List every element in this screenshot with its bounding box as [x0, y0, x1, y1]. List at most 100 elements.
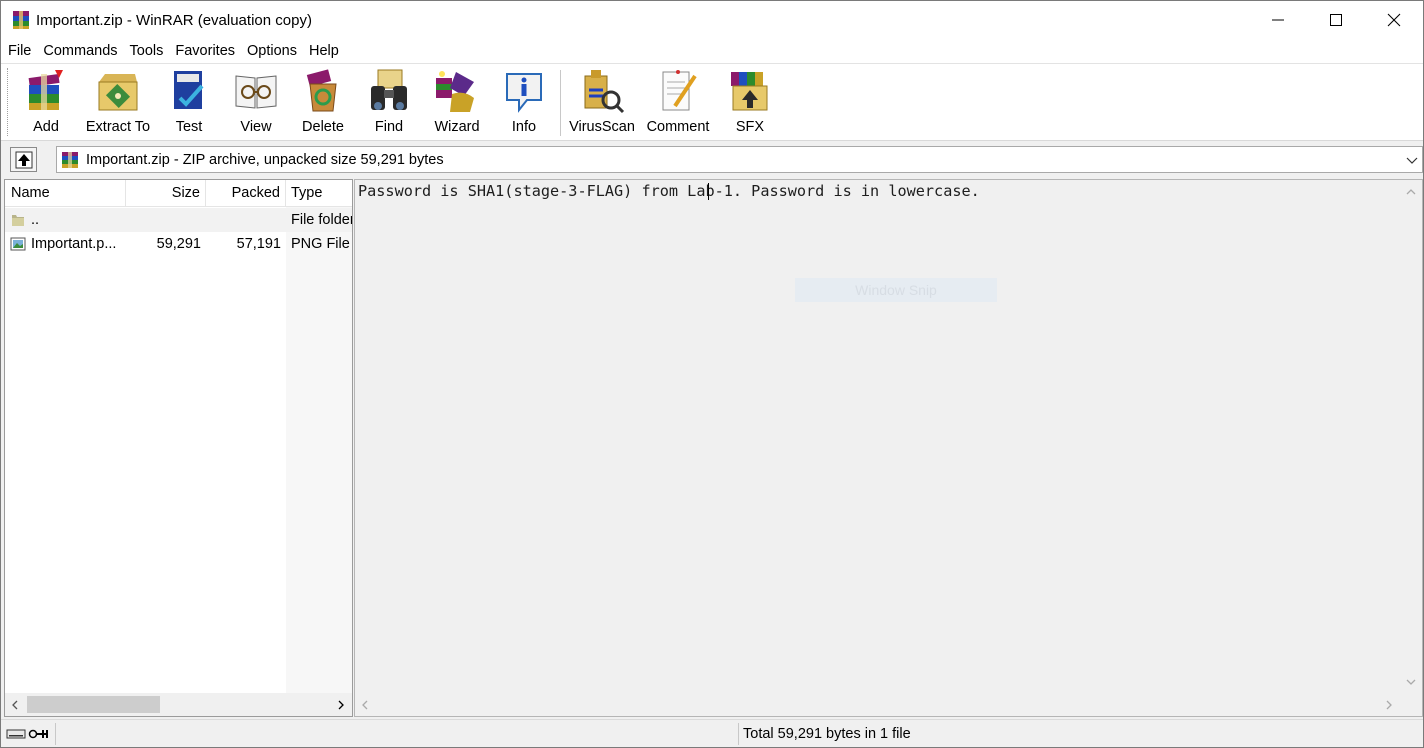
- test-button[interactable]: Test: [159, 68, 219, 138]
- comment-button[interactable]: Comment: [643, 68, 713, 138]
- scroll-left-arrow[interactable]: [5, 693, 25, 716]
- winrar-app-icon: [13, 11, 29, 29]
- folder-up-icon: [12, 215, 24, 226]
- virusscan-icon: [584, 70, 625, 114]
- wizard-icon: [436, 71, 474, 112]
- menu-commands[interactable]: Commands: [36, 43, 122, 59]
- chevron-up-icon: [1406, 189, 1416, 195]
- virusscan-button[interactable]: VirusScan: [569, 68, 635, 138]
- column-type-header[interactable]: Type: [286, 180, 352, 207]
- preview-vertical-scrollbar[interactable]: [1400, 180, 1422, 693]
- chevron-down-icon[interactable]: [1404, 152, 1420, 168]
- drive-key-icon[interactable]: [6, 727, 52, 741]
- info-label: Info: [511, 119, 537, 135]
- text-caret: [708, 183, 709, 200]
- test-icon: [174, 71, 204, 109]
- preview-horizontal-scrollbar[interactable]: [355, 693, 1400, 716]
- archive-path-text: Important.zip - ZIP archive, unpacked si…: [86, 151, 444, 168]
- up-arrow-icon: [15, 151, 32, 168]
- toolbar-separator: [560, 70, 561, 136]
- winrar-window: Important.zip - WinRAR (evaluation copy)…: [0, 0, 1424, 748]
- add-archive-icon: [28, 70, 63, 110]
- wizard-button[interactable]: Wizard: [427, 68, 487, 138]
- view-label: View: [240, 119, 272, 135]
- toolbar-grip[interactable]: [7, 68, 9, 136]
- view-button[interactable]: View: [227, 68, 285, 138]
- file-size: [126, 208, 201, 232]
- chevron-right-icon: [1386, 700, 1392, 709]
- column-name-header[interactable]: Name: [5, 180, 126, 207]
- view-icon: [235, 75, 277, 109]
- info-icon: [506, 73, 542, 113]
- find-label: Find: [374, 119, 404, 135]
- file-list-header: Name Size Packed Type: [5, 180, 352, 207]
- column-size-header[interactable]: Size: [126, 180, 206, 207]
- preview-text[interactable]: Password is SHA1(stage-3-FLAG) from Lab-…: [358, 182, 980, 200]
- file-preview-pane[interactable]: Password is SHA1(stage-3-FLAG) from Lab-…: [354, 179, 1423, 717]
- scroll-thumb[interactable]: [27, 696, 160, 713]
- png-image-file-icon: [10, 237, 26, 251]
- file-list-horizontal-scrollbar[interactable]: [5, 693, 352, 716]
- window-snip-overlay: Window Snip: [795, 278, 997, 302]
- close-icon: [1387, 13, 1401, 27]
- menu-options[interactable]: Options: [240, 43, 302, 59]
- file-list: Name Size Packed Type .. File folder Imp…: [4, 179, 353, 717]
- scroll-right-arrow[interactable]: [1379, 693, 1399, 716]
- minimize-button[interactable]: [1249, 1, 1307, 39]
- sfx-icon: [731, 72, 768, 111]
- virusscan-label: VirusScan: [569, 119, 635, 135]
- up-one-level-button[interactable]: [10, 147, 37, 172]
- chevron-right-icon: [338, 700, 344, 709]
- wizard-label: Wizard: [434, 119, 480, 135]
- window-controls: [1249, 1, 1423, 39]
- column-packed-header[interactable]: Packed: [206, 180, 286, 207]
- file-size: 59,291: [156, 236, 201, 252]
- find-binoculars-icon: [371, 69, 407, 110]
- archive-path-combobox[interactable]: Important.zip - ZIP archive, unpacked si…: [56, 146, 1423, 173]
- file-type: File folder: [291, 212, 353, 228]
- extract-to-label: Extract To: [85, 119, 151, 135]
- menu-file[interactable]: File: [1, 43, 36, 59]
- file-packed: 57,191: [236, 236, 281, 252]
- address-bar: Important.zip - ZIP archive, unpacked si…: [1, 142, 1423, 178]
- comment-icon: [662, 70, 697, 111]
- extract-to-icon: [98, 74, 138, 111]
- file-name-cell: ..: [10, 208, 125, 232]
- test-label: Test: [175, 119, 203, 135]
- delete-button[interactable]: Delete: [295, 68, 351, 138]
- type-column-background: [286, 207, 352, 693]
- find-button[interactable]: Find: [361, 68, 417, 138]
- scroll-down-arrow[interactable]: [1400, 672, 1422, 692]
- menu-help[interactable]: Help: [302, 43, 344, 59]
- status-divider: [55, 723, 56, 745]
- title-bar: Important.zip - WinRAR (evaluation copy): [1, 1, 1423, 39]
- chevron-down-icon: [1406, 679, 1416, 685]
- file-packed: [206, 208, 281, 232]
- file-name-cell: Important.p...: [10, 232, 125, 256]
- minimize-icon: [1272, 19, 1284, 21]
- delete-icon: [306, 69, 337, 112]
- extract-to-button[interactable]: Extract To: [85, 68, 151, 138]
- toolbar: Add Extract To Test View Delete Find Wiz…: [1, 63, 1423, 141]
- menu-favorites[interactable]: Favorites: [168, 43, 240, 59]
- sfx-button[interactable]: SFX: [723, 68, 777, 138]
- chevron-left-icon: [362, 700, 368, 709]
- scroll-up-arrow[interactable]: [1400, 182, 1422, 202]
- chevron-left-icon: [12, 700, 18, 709]
- maximize-button[interactable]: [1307, 1, 1365, 39]
- status-bar: Total 59,291 bytes in 1 file: [1, 719, 1423, 747]
- close-button[interactable]: [1365, 1, 1423, 39]
- add-button[interactable]: Add: [15, 68, 77, 138]
- menu-bar: File Commands Tools Favorites Options He…: [1, 39, 1423, 63]
- file-row-parent-folder[interactable]: .. File folder: [5, 208, 352, 232]
- maximize-icon: [1330, 14, 1342, 26]
- add-label: Add: [33, 119, 59, 135]
- delete-label: Delete: [302, 119, 344, 135]
- window-title: Important.zip - WinRAR (evaluation copy): [36, 11, 312, 29]
- scroll-left-arrow[interactable]: [355, 693, 375, 716]
- menu-tools[interactable]: Tools: [123, 43, 169, 59]
- scroll-right-arrow[interactable]: [331, 693, 351, 716]
- file-name: Important.p...: [31, 236, 117, 252]
- info-button[interactable]: Info: [497, 68, 551, 138]
- file-row-important-png[interactable]: Important.p... 59,291 57,191 PNG File: [5, 232, 352, 256]
